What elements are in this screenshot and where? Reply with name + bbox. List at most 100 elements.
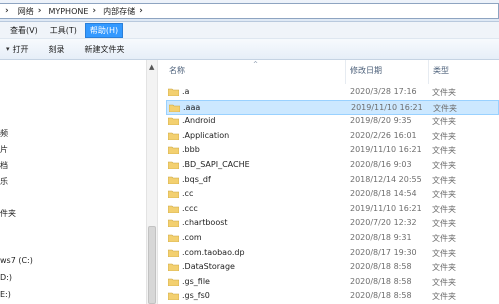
file-modified-date: 2020/8/18 8:58 <box>350 291 412 301</box>
file-type: 文件夹 <box>432 263 456 273</box>
file-modified-date: 2019/8/20 9:35 <box>350 116 412 126</box>
folder-icon <box>168 249 179 257</box>
chevron-down-icon: ▾ <box>6 45 10 53</box>
folder-icon <box>168 234 179 242</box>
column-type[interactable]: 类型 <box>433 65 449 76</box>
file-modified-date: 2019/11/10 16:21 <box>351 102 423 112</box>
file-type: 文件夹 <box>432 146 456 156</box>
file-row[interactable]: .chartboost 2020/7/20 12:32 文件夹 <box>166 216 499 231</box>
file-type: 文件夹 <box>432 131 456 141</box>
breadcrumb-internal-storage[interactable]: 内部存储 <box>100 4 137 18</box>
menu-bar: 查看(V) 工具(T) 帮助(H) <box>0 22 499 39</box>
file-type: 文件夹 <box>432 219 456 229</box>
column-name[interactable]: 名称 <box>169 65 185 76</box>
file-name: .cc <box>182 189 194 199</box>
folder-icon <box>168 263 179 272</box>
file-modified-date: 2020/8/17 19:30 <box>350 247 417 257</box>
scroll-up-icon[interactable]: ▲ <box>149 63 154 71</box>
file-row[interactable]: .gs_fs0 2020/8/18 8:58 文件夹 <box>166 289 499 304</box>
open-label: 打开 <box>12 44 29 54</box>
folder-icon <box>168 161 179 169</box>
file-row[interactable]: .DataStorage 2020/8/18 8:58 文件夹 <box>166 260 499 275</box>
explorer-window: › 网络 › MYPHONE › 内部存储 › 查看(V) 工具(T) 帮助(H… <box>0 0 499 304</box>
new-folder-button[interactable]: 新建文件夹 <box>79 41 131 58</box>
address-bar[interactable]: › 网络 › MYPHONE › 内部存储 › <box>0 3 499 19</box>
file-modified-date: 2020/8/18 14:54 <box>350 189 417 199</box>
chevron-right-icon[interactable]: › <box>137 6 147 16</box>
file-row[interactable]: .gs_file 2020/8/18 8:58 文件夹 <box>166 275 499 290</box>
breadcrumb-myphone[interactable]: MYPHONE <box>45 4 90 18</box>
file-type: 文件夹 <box>432 204 456 214</box>
chevron-right-icon[interactable]: › <box>90 6 100 16</box>
file-type: 文件夹 <box>432 175 456 185</box>
folder-icon <box>168 205 179 213</box>
file-name: .ccc <box>182 203 198 213</box>
navigation-pane: 频 片 档 乐 件夹 ws7 (C:) D:) E:) <box>0 60 158 304</box>
file-name: .Application <box>182 130 230 140</box>
file-name: .bqs_df <box>182 174 211 184</box>
file-modified-date: 2018/12/14 20:55 <box>350 174 422 184</box>
file-name: .DataStorage <box>182 262 235 272</box>
file-modified-date: 2020/8/16 9:03 <box>350 160 412 169</box>
file-row[interactable]: .com 2020/8/18 9:31 文件夹 <box>166 231 499 246</box>
folder-icon <box>168 176 179 184</box>
nav-scroll-thumb[interactable] <box>148 226 156 304</box>
file-name: .chartboost <box>182 218 228 228</box>
nav-scrollbar[interactable]: ▲ <box>146 60 157 304</box>
file-name: .BD_SAPI_CACHE <box>182 160 250 169</box>
menu-tools[interactable]: 工具(T) <box>46 23 81 38</box>
file-row[interactable]: .bbb 2019/11/10 16:21 文件夹 <box>166 143 499 158</box>
open-button[interactable]: ▾ 打开 <box>0 41 35 58</box>
file-row[interactable]: .a 2020/3/28 17:16 文件夹 <box>166 85 499 100</box>
file-modified-date: 2020/8/18 8:58 <box>350 276 412 286</box>
file-name: .bbb <box>182 145 200 155</box>
file-type: 文件夹 <box>432 161 456 170</box>
address-bar-area: › 网络 › MYPHONE › 内部存储 › <box>0 0 499 22</box>
nav-item-folder[interactable]: 件夹 <box>0 208 16 219</box>
menu-view[interactable]: 查看(V) <box>6 23 42 38</box>
folder-icon <box>168 88 179 96</box>
new-folder-label: 新建文件夹 <box>84 44 125 54</box>
file-row[interactable]: .com.taobao.dp 2020/8/17 19:30 文件夹 <box>166 246 499 261</box>
file-modified-date: 2020/2/26 16:01 <box>350 130 417 140</box>
nav-item-pictures[interactable]: 片 <box>0 144 8 155</box>
breadcrumb-label: 网络 <box>17 6 34 16</box>
file-row[interactable]: .cc 2020/8/18 14:54 文件夹 <box>166 187 499 202</box>
file-row[interactable]: .Application 2020/2/26 16:01 文件夹 <box>166 129 499 144</box>
file-name: .gs_file <box>182 276 210 286</box>
folder-icon <box>168 278 179 286</box>
nav-item-documents[interactable]: 档 <box>0 160 8 171</box>
menu-help[interactable]: 帮助(H) <box>84 22 124 38</box>
breadcrumb-arrow-icon[interactable]: › <box>0 4 15 18</box>
burn-button[interactable]: 刻录 <box>43 41 71 58</box>
file-row[interactable]: .BD_SAPI_CACHE 2020/8/16 9:03 文件夹 <box>166 158 499 173</box>
file-type: 文件夹 <box>432 292 456 302</box>
folder-icon <box>168 132 179 140</box>
nav-item-videos[interactable]: 频 <box>0 128 8 139</box>
folder-icon <box>168 117 179 126</box>
file-row[interactable]: .bqs_df 2018/12/14 20:55 文件夹 <box>166 173 499 188</box>
file-name: .gs_fs0 <box>182 291 210 301</box>
file-type: 文件夹 <box>432 88 456 97</box>
nav-item-music[interactable]: 乐 <box>0 176 8 187</box>
nav-item-drive-d[interactable]: D:) <box>0 273 12 282</box>
burn-label: 刻录 <box>48 44 65 54</box>
file-modified-date: 2020/8/18 9:31 <box>350 233 412 242</box>
file-row[interactable]: .aaa 2019/11/10 16:21 文件夹 <box>166 99 499 115</box>
file-row[interactable]: .ccc 2019/11/10 16:21 文件夹 <box>166 202 499 217</box>
file-name: .com.taobao.dp <box>182 247 245 257</box>
file-modified-date: 2019/11/10 16:21 <box>350 145 422 155</box>
nav-item-drive-c[interactable]: ws7 (C:) <box>0 256 33 265</box>
file-modified-date: 2020/3/28 17:16 <box>350 87 417 96</box>
folder-icon <box>169 104 180 112</box>
chevron-right-icon[interactable]: › <box>36 6 46 16</box>
column-date[interactable]: 修改日期 <box>350 65 382 76</box>
file-name: .com <box>182 233 202 242</box>
file-row[interactable]: .Android 2019/8/20 9:35 文件夹 <box>166 114 499 129</box>
breadcrumb-network[interactable]: 网络 <box>15 4 36 18</box>
folder-icon <box>168 220 179 228</box>
file-type: 文件夹 <box>432 277 456 287</box>
nav-item-drive-e[interactable]: E:) <box>0 290 11 299</box>
file-name: .a <box>182 87 190 96</box>
breadcrumb-label: 内部存储 <box>103 6 136 16</box>
